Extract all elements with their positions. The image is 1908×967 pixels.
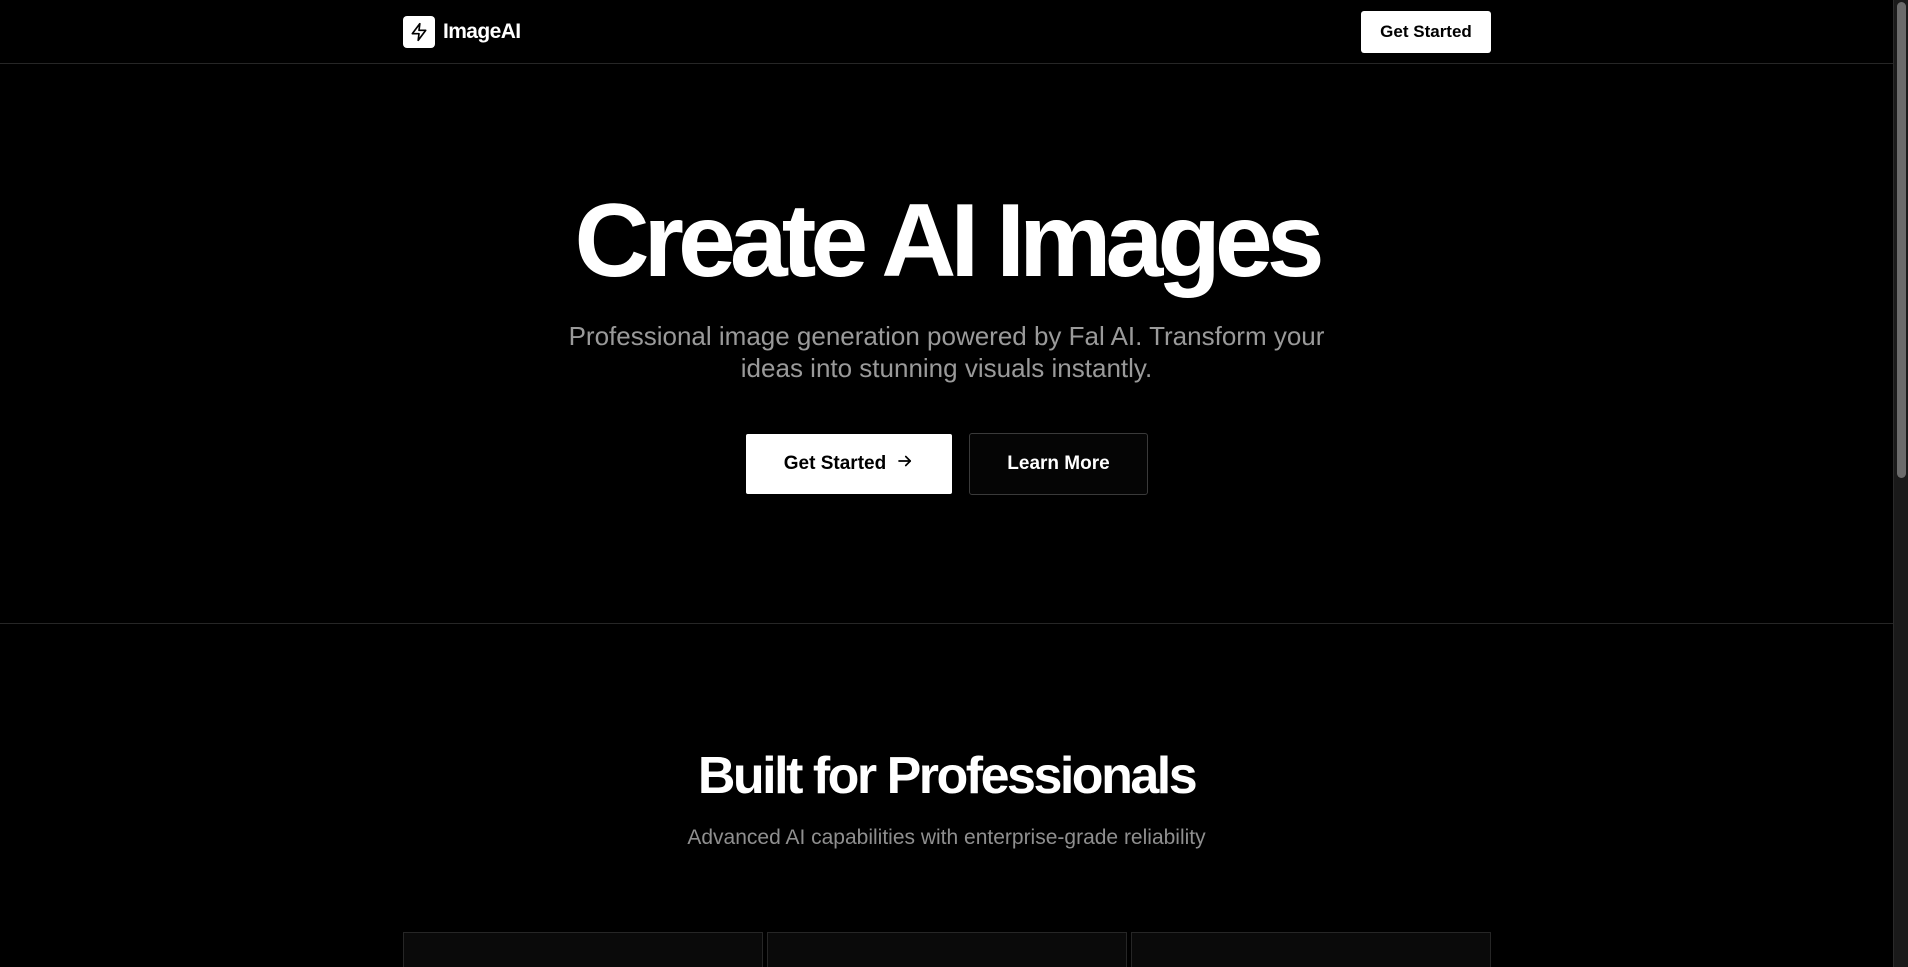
landing-page: ImageAI Get Started Create AI Images Pro…: [0, 0, 1908, 967]
hero-title: Create AI Images: [574, 183, 1324, 299]
section-divider: [0, 623, 1893, 624]
hero-subtitle: Professional image generation powered by…: [568, 321, 1325, 383]
feature-card: [1131, 932, 1491, 967]
vertical-scrollbar[interactable]: [1893, 0, 1908, 967]
hero-get-started-label: Get Started: [783, 453, 887, 474]
site-header: ImageAI Get Started: [0, 0, 1893, 64]
arrow-right-icon: [896, 452, 914, 476]
feature-card: [403, 932, 763, 967]
hero-get-started-button[interactable]: Get Started: [746, 434, 952, 494]
feature-card: [767, 932, 1127, 967]
brand-name: ImageAI: [443, 20, 521, 43]
features-title: Built for Professionals: [697, 747, 1198, 805]
learn-more-button[interactable]: Learn More: [969, 433, 1148, 495]
features-subtitle: Advanced AI capabilities with enterprise…: [687, 826, 1206, 849]
brand-logo[interactable]: ImageAI: [403, 16, 521, 48]
lightning-bolt-icon: [403, 16, 435, 48]
header-get-started-button[interactable]: Get Started: [1361, 11, 1491, 53]
scrollbar-thumb[interactable]: [1897, 2, 1906, 478]
